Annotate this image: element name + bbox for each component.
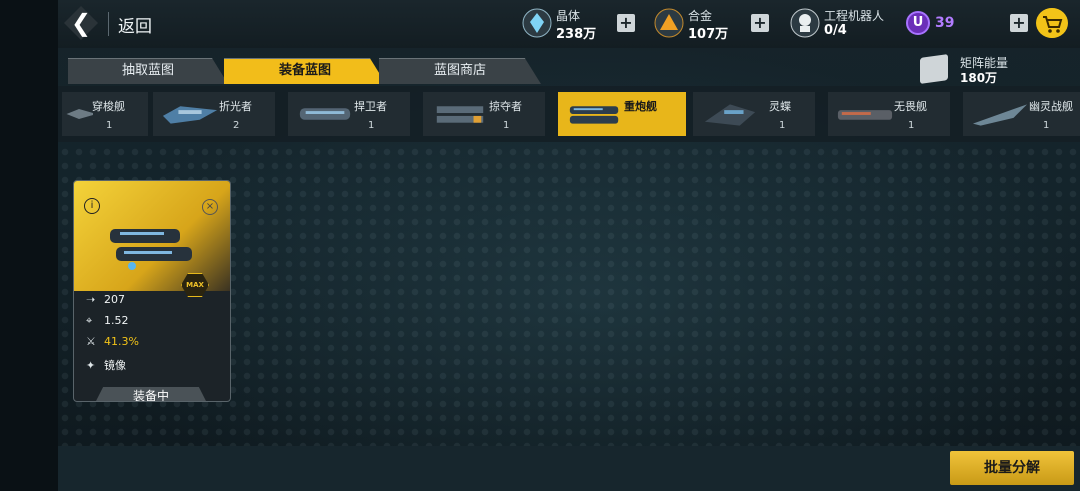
resource-alloy-name: 合金 [688,9,713,23]
ship-thumbnail-icon [972,104,1028,126]
ship-count: 1 [106,120,113,131]
tab-blueprint-shop-label: 蓝图商店 [433,63,486,78]
shop-cart-icon[interactable] [1036,8,1068,38]
ship-count: 2 [233,120,240,131]
ship-thumbnail-icon [436,106,484,123]
premium-currency-icon: U [906,11,930,35]
ship-item[interactable]: 幽灵战舰 1 [963,92,1080,136]
alloy-icon [654,8,684,38]
info-icon[interactable]: i [84,198,100,214]
ship-name: 折光者 [219,100,252,113]
ship-item[interactable]: 折光者 2 [153,92,275,136]
crystal-icon [522,8,552,38]
ship-item[interactable]: 捍卫者 1 [288,92,410,136]
ship-name: 无畏舰 [894,100,927,113]
ship-thumbnail-icon [704,104,756,126]
tab-equip-blueprint[interactable]: 装备蓝图 [224,58,386,84]
ship-count: 1 [368,120,375,131]
matrix-energy: 矩阵能量 180万 [920,54,1070,85]
ship-count: 1 [1043,120,1050,131]
ship-name: 灵蝶 [769,100,791,113]
resource-alloy: 合金 107万 [654,6,749,42]
tab-draw-blueprint-label: 抽取蓝图 [121,63,174,78]
resource-robot-name: 工程机器人 [824,9,885,23]
add-alloy-button[interactable]: + [751,14,769,32]
add-premium-button[interactable]: + [1010,14,1028,32]
ship-name: 幽灵战舰 [1029,100,1073,113]
tab-equip-blueprint-label: 装备蓝图 [278,63,331,78]
equipped-status: 装备中 [94,387,208,401]
resource-robot-value: 0/4 [824,23,847,38]
back-label: 返回 [118,17,152,37]
arrow-right-icon: ➝ [86,293,96,306]
bottom-bar [58,446,1080,491]
stat-range-value: 1.52 [104,314,129,327]
ship-thumbnail-icon [569,106,619,124]
ship-thumbnail-icon [66,109,93,119]
ship-thumbnail-icon [837,110,893,120]
add-crystal-button[interactable]: + [617,14,635,32]
left-rail [0,0,58,491]
resource-crystal-value: 238万 [556,27,597,42]
batch-decompose-button[interactable]: 批量分解 [950,451,1074,485]
ship-count: 1 [503,120,510,131]
stat-speed: ➝ 207 [86,293,125,306]
robot-icon [790,8,820,38]
heavy-gunship-icon [110,229,192,270]
resource-robot: 工程机器人 0/4 [790,6,900,42]
stat-skill: ✦ 镜像 [86,357,126,373]
mirror-skill-icon: ✦ [86,359,96,372]
ship-item[interactable]: 掠夺者 1 [423,92,545,136]
ship-name: 穿梭舰 [92,100,125,113]
tab-draw-blueprint[interactable]: 抽取蓝图 [68,58,228,84]
matrix-cube-icon [920,54,948,84]
ship-name: 掠夺者 [489,100,522,113]
game-screen: ❮ 返回 晶体 238万 + 合金 107万 + 工程机器人 0/4 U 39 … [0,0,1080,491]
ship-item[interactable]: 灵蝶 1 [693,92,815,136]
resource-alloy-value: 107万 [688,27,729,42]
stat-speed-value: 207 [104,293,125,306]
premium-currency-value: 39 [935,15,955,31]
close-icon[interactable]: × [202,199,218,215]
stat-skill-value: 镜像 [104,359,126,372]
ship-item-selected[interactable]: 重炮舰 [558,92,686,136]
ship-thumbnail-icon [162,106,218,124]
blueprint-card[interactable]: i × MAX ➝ 207 ⌖ 1.52 ⚔ 41.3% ✦ 镜像 装备中 [73,180,231,402]
stat-range: ⌖ 1.52 [86,314,129,328]
back-separator [108,12,109,36]
crosshair-icon: ⌖ [86,314,93,327]
ship-count: 1 [908,120,915,131]
ship-name: 重炮舰 [624,100,657,113]
tab-blueprint-shop[interactable]: 蓝图商店 [379,58,541,84]
ship-count: 1 [779,120,786,131]
ship-item[interactable]: 穿梭舰 1 [62,92,148,136]
stat-percent-value: 41.3% [104,335,139,348]
missile-icon: ⚔ [86,335,96,348]
ship-item[interactable]: 无畏舰 1 [828,92,950,136]
back-arrow-icon: ❮ [70,9,92,37]
resource-crystal: 晶体 238万 [522,6,612,42]
ship-name: 捍卫者 [354,100,387,113]
matrix-energy-value: 180万 [960,71,998,85]
ship-thumbnail-icon [299,108,351,120]
resource-crystal-name: 晶体 [556,9,581,23]
stat-percent: ⚔ 41.3% [86,335,139,348]
